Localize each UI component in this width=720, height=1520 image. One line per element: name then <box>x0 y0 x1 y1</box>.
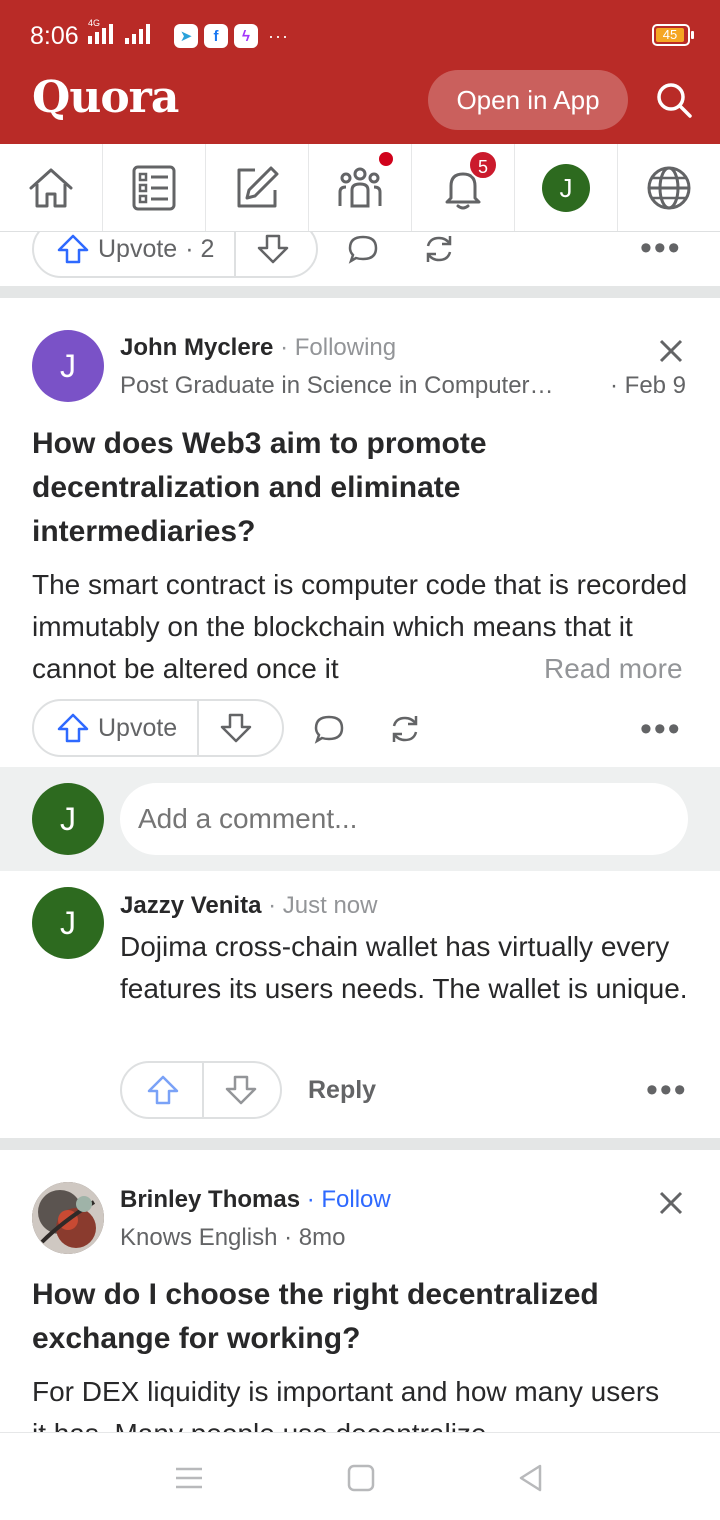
notification-app-icons: ➤ f ϟ ··· <box>174 24 289 48</box>
home-icon <box>29 168 73 207</box>
tab-profile[interactable]: J <box>515 144 618 231</box>
comment-upvote-button[interactable] <box>122 1063 204 1117</box>
telegram-icon: ➤ <box>174 24 198 48</box>
tab-languages[interactable] <box>618 144 720 231</box>
comment-input[interactable] <box>120 783 688 855</box>
divider <box>0 286 720 298</box>
avatar: J <box>32 783 104 855</box>
battery-level: 45 <box>656 28 684 42</box>
follow-button[interactable]: · Follow <box>307 1186 391 1213</box>
read-more-link[interactable]: Read more <box>504 648 683 690</box>
comment-downvote-button[interactable] <box>204 1063 278 1117</box>
cellular-signal-icon: 4G <box>88 18 113 44</box>
menu-icon[interactable] <box>174 1463 204 1493</box>
author-name: Brinley Thomas · Follow <box>120 1186 391 1214</box>
notifications-badge: 5 <box>468 150 498 180</box>
commenter-name: Jazzy Venita · Just now <box>120 892 377 920</box>
globe-icon <box>647 166 691 209</box>
following-status[interactable]: · Following <box>280 334 396 361</box>
system-nav-bar <box>0 1432 720 1520</box>
add-comment-bar: J <box>0 767 720 871</box>
tab-following[interactable] <box>103 144 206 231</box>
edit-pencil-icon <box>237 166 279 207</box>
battery-icon: 45 <box>652 24 694 46</box>
comment-text: Dojima cross-chain wallet has virtually … <box>120 931 688 1004</box>
author-credential: Knows English · 8mo <box>120 1224 346 1251</box>
cellular-signal-2-icon <box>125 22 150 44</box>
author-credential: Post Graduate in Science in Computer… <box>120 372 554 399</box>
downvote-button[interactable] <box>199 701 273 755</box>
question-title[interactable]: How do I choose the right decentralized … <box>32 1273 632 1361</box>
upvote-count: · 2 <box>185 234 215 263</box>
comment-time: · Just now <box>268 892 378 919</box>
post-date: · Feb 9 <box>610 372 687 399</box>
tab-spaces[interactable] <box>309 144 412 231</box>
upvote-label: Upvote <box>98 234 178 263</box>
quora-logo[interactable]: Quora <box>32 72 179 123</box>
downvote-button[interactable] <box>236 232 310 276</box>
open-in-app-button[interactable]: Open in App <box>428 70 628 130</box>
reply-button[interactable]: Reply <box>308 1076 376 1105</box>
signal-icons: 4G <box>88 18 150 44</box>
downvote-arrow-icon <box>225 1075 257 1105</box>
upvote-arrow-icon <box>57 713 89 743</box>
close-icon[interactable] <box>656 1188 686 1218</box>
commenter-name-text[interactable]: Jazzy Venita <box>120 892 261 919</box>
upvote-arrow-icon <box>147 1075 179 1105</box>
comment-icon[interactable] <box>346 232 380 266</box>
profile-photo-image <box>32 1182 104 1254</box>
author-avatar[interactable]: J <box>32 330 104 402</box>
tab-answer[interactable] <box>206 144 309 231</box>
comment-icon[interactable] <box>312 712 346 746</box>
more-notifications-icon: ··· <box>268 25 289 46</box>
more-options-icon[interactable]: ••• <box>640 712 682 746</box>
messenger-icon: ϟ <box>234 24 258 48</box>
upvote-button[interactable]: Upvote <box>34 701 200 755</box>
author-name-text[interactable]: John Myclere <box>120 334 273 361</box>
home-square-icon[interactable] <box>346 1463 376 1493</box>
author-name-text[interactable]: Brinley Thomas <box>120 1186 300 1213</box>
downvote-arrow-icon <box>220 713 252 743</box>
post-vote-pill: Upvote <box>32 699 284 757</box>
close-icon[interactable] <box>656 336 686 366</box>
status-time: 8:06 <box>30 22 79 50</box>
search-icon[interactable] <box>654 80 694 120</box>
feed[interactable]: Upvote · 2 ••• J John Myclere · Followin… <box>0 232 720 1432</box>
avatar: J <box>542 163 590 212</box>
share-icon[interactable] <box>422 232 456 266</box>
downvote-arrow-icon <box>258 234 289 264</box>
spaces-unread-dot <box>379 152 393 166</box>
upvote-label: Upvote <box>98 713 178 742</box>
comment-vote-pill <box>120 1061 282 1119</box>
answer-snippet[interactable]: For DEX liquidity is important and how m… <box>32 1371 662 1432</box>
author-avatar-photo[interactable] <box>32 1182 104 1254</box>
upvote-button[interactable]: Upvote · 2 <box>34 232 237 276</box>
feed-list-icon <box>132 165 176 210</box>
author-name: John Myclere · Following <box>120 334 396 362</box>
facebook-icon: f <box>204 24 228 48</box>
commenter-avatar[interactable]: J <box>32 887 104 959</box>
more-options-icon[interactable]: ••• <box>640 232 682 265</box>
status-bar: 8:06 4G ➤ f ϟ ··· 45 <box>0 0 720 70</box>
tab-home[interactable] <box>0 144 103 231</box>
upvote-arrow-icon <box>57 234 89 264</box>
comment-more-options-icon[interactable]: ••• <box>646 1073 688 1107</box>
prev-post-vote-pill: Upvote · 2 <box>32 232 318 278</box>
spaces-people-icon <box>338 167 382 207</box>
share-icon[interactable] <box>388 712 422 746</box>
divider <box>0 1138 720 1150</box>
back-icon[interactable] <box>516 1463 546 1493</box>
main-nav: 5 J <box>0 144 720 232</box>
question-title[interactable]: How does Web3 aim to promote decentraliz… <box>32 422 672 554</box>
tab-notifications[interactable]: 5 <box>412 144 515 231</box>
